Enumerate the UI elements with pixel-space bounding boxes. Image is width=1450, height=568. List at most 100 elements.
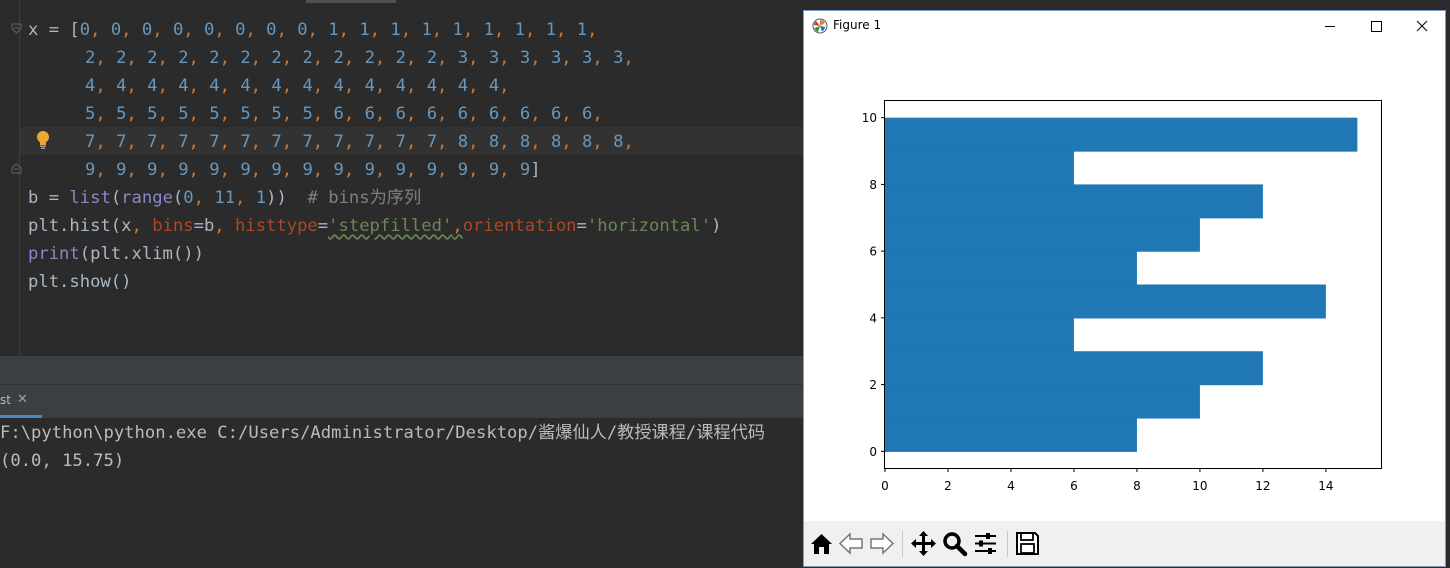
histogram-bar xyxy=(885,217,1200,252)
code-token: , xyxy=(437,160,458,180)
code-token: , xyxy=(235,188,256,208)
code-token: 3 xyxy=(550,48,562,68)
code-token: 4 xyxy=(116,76,127,96)
code-token: list xyxy=(69,188,111,208)
x-tick-label: 8 xyxy=(1133,479,1141,493)
code-token: , xyxy=(374,132,396,152)
code-token: , xyxy=(250,104,272,124)
code-token: 2 xyxy=(147,48,158,68)
fold-close-icon[interactable] xyxy=(11,163,22,174)
code-token: 0 xyxy=(297,20,308,40)
maximize-icon xyxy=(1371,21,1382,32)
code-token: , xyxy=(95,48,117,68)
code-token: 0 xyxy=(183,188,194,208)
code-line: print(plt.xlim()) xyxy=(28,240,204,268)
run-tab[interactable]: st ✕ xyxy=(0,385,42,418)
matplotlib-logo-icon xyxy=(812,18,828,34)
code-token: , xyxy=(592,48,614,68)
code-token: 1 xyxy=(255,188,267,208)
magnifier-icon xyxy=(943,532,968,557)
back-button[interactable] xyxy=(837,529,866,558)
lightbulb-icon[interactable] xyxy=(35,130,51,150)
configure-subplots-button[interactable] xyxy=(971,529,1000,558)
code-token: 4 xyxy=(364,76,375,96)
code-token: 4 xyxy=(85,76,96,96)
x-tick-label: 4 xyxy=(1007,479,1015,493)
code-token: 9 xyxy=(333,160,344,180)
close-icon[interactable]: ✕ xyxy=(17,392,28,407)
code-token: 4 xyxy=(426,76,438,96)
code-token: 1 xyxy=(328,20,339,40)
code-token: , xyxy=(499,160,520,180)
code-token: 1 xyxy=(483,20,494,40)
histogram-bars xyxy=(885,117,1358,452)
arrow-left-icon xyxy=(838,532,863,555)
histogram-bar xyxy=(885,351,1263,386)
code-token: , xyxy=(219,160,241,180)
code-token: , xyxy=(312,132,334,152)
code-token: , xyxy=(437,104,458,124)
code-token: 0 xyxy=(172,20,184,40)
code-token: = xyxy=(576,216,587,236)
save-button[interactable] xyxy=(1013,529,1042,558)
code-line: plt.show() xyxy=(28,268,131,296)
code-token: 0 xyxy=(110,20,122,40)
code-token: 3 xyxy=(457,48,469,68)
code-token: 6 xyxy=(488,104,500,124)
code-editor[interactable]: x = [0, 0, 0, 0, 0, 0, 0, 0, 1, 1, 1, 1,… xyxy=(0,0,803,356)
code-token: 3 xyxy=(582,48,593,68)
pan-button[interactable] xyxy=(909,529,938,558)
y-tick-label: 10 xyxy=(862,111,877,125)
code-token: b = xyxy=(28,188,70,208)
close-button[interactable] xyxy=(1399,11,1445,41)
code-token: , xyxy=(281,48,303,68)
minimize-button[interactable] xyxy=(1307,11,1353,41)
code-token: , xyxy=(592,132,614,152)
x-tick-label: 2 xyxy=(944,479,952,493)
histogram-bar xyxy=(885,184,1263,219)
code-token: 7 xyxy=(85,132,96,152)
window-title: Figure 1 xyxy=(833,18,882,32)
code-line: x = [0, 0, 0, 0, 0, 0, 0, 0, 1, 1, 1, 1,… xyxy=(28,16,597,44)
code-token: , xyxy=(623,132,634,152)
code-line: 2, 2, 2, 2, 2, 2, 2, 2, 2, 2, 2, 2, 3, 3… xyxy=(85,44,634,72)
code-token: , xyxy=(126,104,148,124)
toolbar-separator xyxy=(1007,531,1008,557)
code-token: 2 xyxy=(178,48,189,68)
code-token: 0 xyxy=(141,20,153,40)
code-token: , xyxy=(219,76,241,96)
code-token: 9 xyxy=(519,160,531,180)
code-token: , xyxy=(219,104,241,124)
code-token: , xyxy=(90,20,111,40)
y-tick-label: 8 xyxy=(869,178,877,192)
fold-open-icon[interactable] xyxy=(11,23,22,34)
code-token: , xyxy=(281,104,303,124)
code-token: , xyxy=(343,160,365,180)
run-console[interactable]: F:\python\python.exe C:/Users/Administra… xyxy=(0,418,803,568)
forward-button[interactable] xyxy=(867,529,896,558)
code-token: x = [ xyxy=(28,20,80,40)
code-line: b = list(range(0, 11, 1)) # bins为序列 xyxy=(28,184,421,212)
move-icon xyxy=(911,531,936,556)
code-token: 8 xyxy=(550,132,562,152)
code-token: , xyxy=(499,104,520,124)
plot-canvas[interactable]: 0 2 4 6 8 10 12 14 0 2 4 6 8 10 xyxy=(804,41,1445,521)
window-titlebar[interactable]: Figure 1 xyxy=(804,11,1445,41)
home-button[interactable] xyxy=(807,529,836,558)
code-token: , xyxy=(468,132,489,152)
zoom-button[interactable] xyxy=(940,529,969,558)
code-token: , xyxy=(183,20,204,40)
histogram-bar xyxy=(885,117,1358,152)
code-token: , xyxy=(452,216,463,236)
code-token: , xyxy=(431,20,453,40)
code-token: 'stepfilled' xyxy=(328,216,453,236)
histogram-bar xyxy=(885,251,1137,286)
code-token: = xyxy=(317,216,329,236)
code-token: 7 xyxy=(271,132,282,152)
code-token: , xyxy=(126,48,148,68)
panel-splitter[interactable] xyxy=(0,356,803,384)
code-token: 7 xyxy=(426,132,438,152)
maximize-button[interactable] xyxy=(1353,11,1399,41)
code-token: , xyxy=(468,76,489,96)
code-token: , xyxy=(214,216,235,236)
